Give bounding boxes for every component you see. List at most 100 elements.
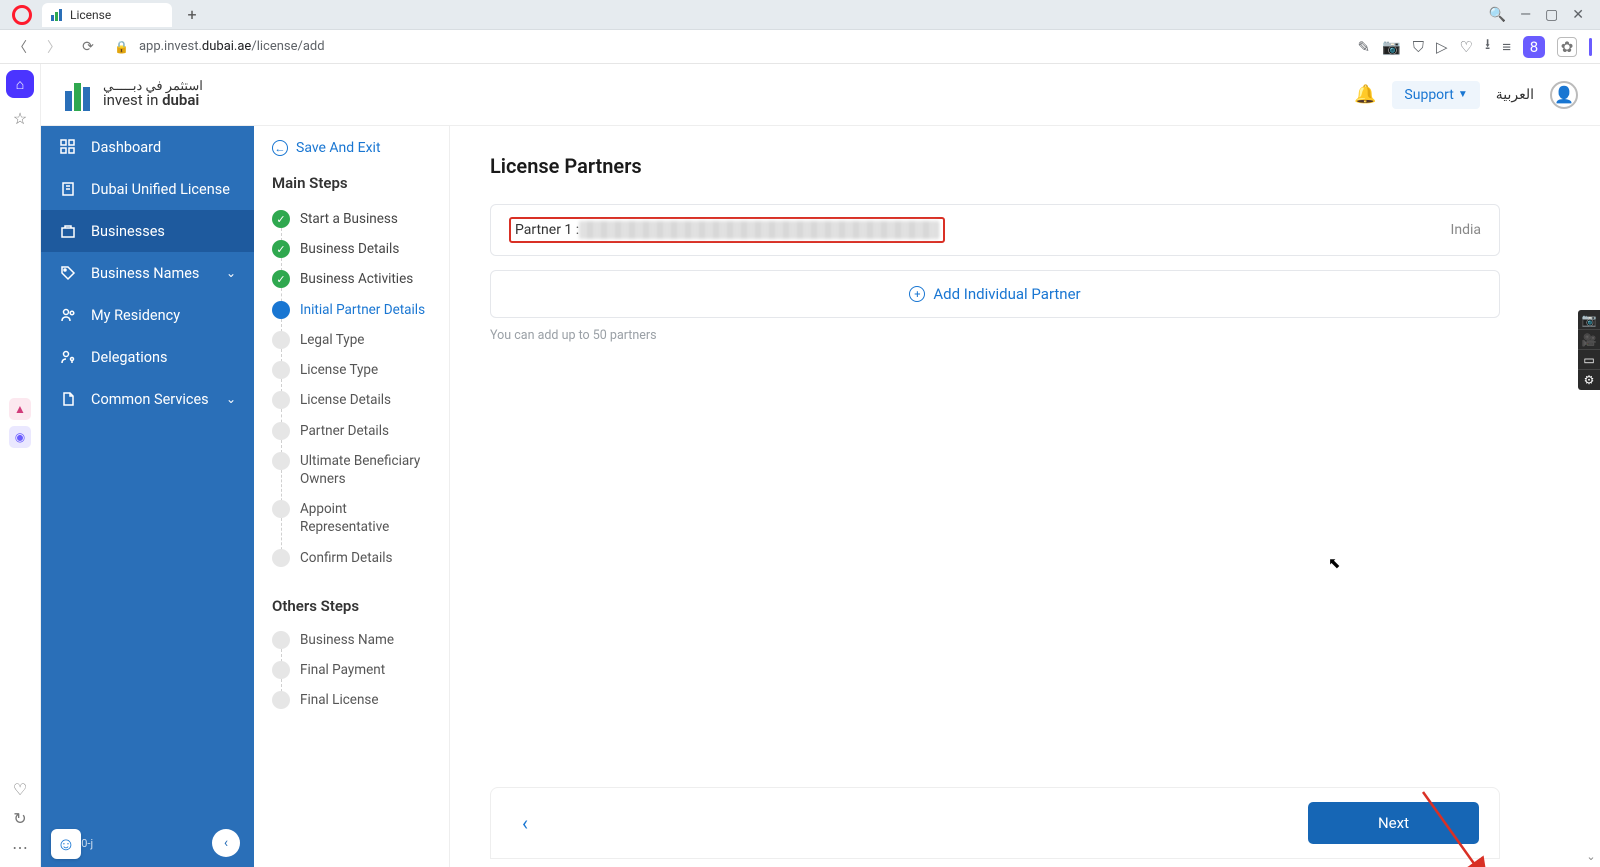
url-display[interactable]: app.invest.dubai.ae/license/add (139, 39, 325, 54)
partner-card[interactable]: Partner 1 : India (490, 204, 1500, 256)
step-dot-icon (272, 422, 290, 440)
extensions-icon[interactable]: ✿ (1557, 37, 1577, 57)
back-nav-button[interactable]: 〈 (8, 35, 32, 59)
app-area: استثمر في دبـــــي invest in dubai 🔔 Sup… (41, 64, 1600, 867)
step-item[interactable]: Partner Details (272, 416, 439, 446)
forward-nav-button[interactable]: 〉 (42, 35, 66, 59)
step-item[interactable]: Legal Type (272, 325, 439, 355)
nav-label: Dashboard (91, 139, 161, 156)
scroll-down-icon[interactable]: ⌄ (1584, 849, 1598, 863)
nav-business-names[interactable]: Business Names ⌄ (41, 252, 254, 294)
language-toggle[interactable]: العربية (1496, 87, 1534, 103)
camera-icon[interactable]: 📷 (1382, 38, 1401, 56)
step-dot-icon (272, 691, 290, 709)
step-item[interactable]: Appoint Representative (272, 494, 439, 542)
add-individual-partner-button[interactable]: + Add Individual Partner (490, 270, 1500, 318)
step-item[interactable]: Ultimate Beneficiary Owners (272, 446, 439, 494)
minimize-icon[interactable]: — (1520, 7, 1531, 23)
steps-column: ← Save And Exit Main Steps ✓Start a Busi… (254, 126, 450, 867)
save-and-exit-button[interactable]: ← Save And Exit (272, 140, 439, 156)
sidebar-ext-2-icon[interactable]: ◉ (9, 426, 31, 448)
edit-icon[interactable]: ✎ (1357, 38, 1370, 56)
tab-favicon-icon (50, 8, 64, 22)
reload-button[interactable]: ⟳ (76, 35, 100, 59)
home-button[interactable]: ⌂ (6, 70, 34, 98)
download-icon[interactable]: ⭳ (1485, 34, 1490, 59)
browser-tab-bar: License + 🔍 — ▢ ✕ (0, 0, 1600, 30)
step-item[interactable]: ✓Business Activities (272, 264, 439, 294)
url-domain: dubai.ae (202, 39, 251, 54)
support-button[interactable]: Support ▼ (1392, 81, 1479, 109)
step-label: Appoint Representative (300, 500, 439, 536)
bookmarks-icon[interactable]: ☆ (8, 106, 32, 130)
chevron-down-icon: ▼ (1458, 89, 1468, 100)
new-tab-button[interactable]: + (182, 5, 202, 25)
step-item[interactable]: Final License (272, 685, 439, 715)
nav-delegations[interactable]: Delegations (41, 336, 254, 378)
search-icon[interactable]: 🔍 (1489, 7, 1506, 23)
nav-businesses[interactable]: Businesses (41, 210, 254, 252)
step-item[interactable]: Final Payment (272, 655, 439, 685)
lock-icon: 🔒 (114, 40, 129, 54)
step-label: Business Name (300, 631, 394, 649)
dashboard-icon (59, 138, 77, 156)
step-label: Final License (300, 691, 379, 709)
step-item[interactable]: License Type (272, 355, 439, 385)
widget-screenshot-icon[interactable]: 📷 (1578, 310, 1600, 330)
document-icon (59, 390, 77, 408)
address-bar-actions: ✎ 📷 ⛉ ▷ ♡ ⭳ ≡ 8 ✿ (1357, 34, 1592, 59)
profile-chip-icon[interactable]: 8 (1523, 36, 1545, 58)
step-dot-icon (272, 301, 290, 319)
sidebar-ext-1-icon[interactable]: ▲ (9, 398, 31, 420)
widget-video-icon[interactable]: 🎥 (1578, 330, 1600, 350)
tab-title: License (70, 8, 111, 22)
nav-label: Business Names (91, 265, 199, 282)
shield-icon[interactable]: ⛉ (1413, 38, 1424, 56)
nav-dashboard[interactable]: Dashboard (41, 126, 254, 168)
maximize-icon[interactable]: ▢ (1545, 7, 1558, 23)
step-dot-icon: ✓ (272, 270, 290, 288)
accent-bar-icon (1589, 38, 1592, 56)
browser-tab[interactable]: License (42, 3, 172, 27)
step-label: Confirm Details (300, 549, 393, 567)
people-icon (59, 306, 77, 324)
step-dot-icon (272, 331, 290, 349)
send-icon[interactable]: ▷ (1436, 38, 1448, 56)
menu-icon[interactable]: ≡ (1502, 38, 1511, 56)
notifications-icon[interactable]: 🔔 (1354, 84, 1376, 105)
opera-logo-icon (12, 5, 32, 25)
nav-label: Businesses (91, 223, 165, 240)
step-dot-icon (272, 500, 290, 518)
nav-unified-license[interactable]: Dubai Unified License (41, 168, 254, 210)
nav-common-services[interactable]: Common Services ⌄ (41, 378, 254, 420)
step-dot-icon (272, 549, 290, 567)
next-button[interactable]: Next (1308, 802, 1479, 844)
sidebar-more-icon[interactable]: ⋯ (12, 838, 28, 857)
back-button[interactable]: ‹ (511, 809, 539, 837)
address-bar: 〈 〉 ⟳ 🔒 app.invest.dubai.ae/license/add … (0, 30, 1600, 64)
save-exit-label: Save And Exit (296, 140, 381, 156)
widget-record-icon[interactable]: ▭ (1578, 350, 1600, 370)
widget-settings-icon[interactable]: ⚙ (1578, 370, 1600, 390)
next-label: Next (1378, 814, 1409, 832)
cursor-icon: ⬉ (1328, 554, 1341, 572)
others-steps-heading: Others Steps (272, 597, 439, 615)
step-item[interactable]: License Details (272, 385, 439, 415)
main-steps-list: ✓Start a Business✓Business Details✓Busin… (272, 204, 439, 573)
avatar-icon[interactable]: 👤 (1550, 81, 1578, 109)
close-icon[interactable]: ✕ (1572, 7, 1584, 23)
feedback-widget[interactable]: 📷 🎥 ▭ ⚙ (1578, 310, 1600, 390)
step-item[interactable]: Confirm Details (272, 543, 439, 573)
sidebar-heart-icon[interactable]: ♡ (13, 780, 27, 799)
step-item[interactable]: ✓Business Details (272, 234, 439, 264)
sidebar-history-icon[interactable]: ↻ (13, 809, 26, 828)
nav-my-residency[interactable]: My Residency (41, 294, 254, 336)
app-logo[interactable]: استثمر في دبـــــي invest in dubai (63, 77, 203, 113)
chat-widget-icon[interactable]: ☺ (51, 829, 81, 859)
collapse-sidebar-button[interactable]: ‹ (212, 829, 240, 857)
step-item[interactable]: ✓Start a Business (272, 204, 439, 234)
heart-icon[interactable]: ♡ (1460, 38, 1473, 56)
step-item[interactable]: Initial Partner Details (272, 295, 439, 325)
step-item[interactable]: Business Name (272, 625, 439, 655)
add-partner-label: Add Individual Partner (933, 285, 1080, 303)
